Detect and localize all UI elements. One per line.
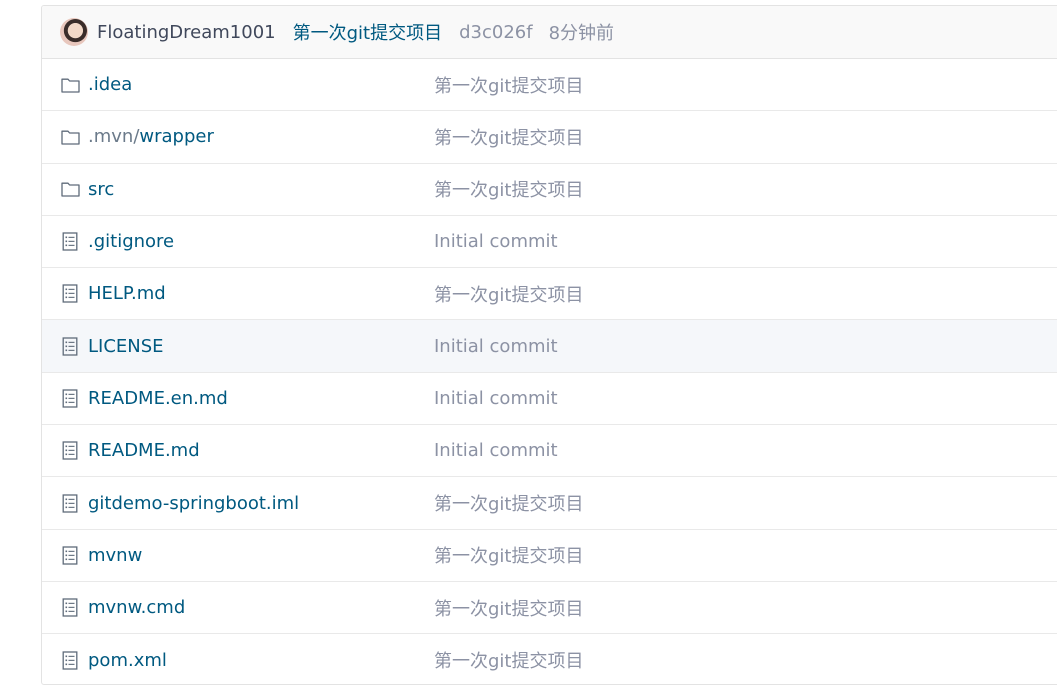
file-commit-message[interactable]: Initial commit: [434, 440, 558, 461]
file-name[interactable]: mvnw: [88, 545, 434, 566]
file-icon: [60, 493, 80, 513]
folder-icon: [60, 127, 80, 147]
file-name[interactable]: pom.xml: [88, 650, 434, 671]
file-icon: [60, 545, 80, 565]
file-icon: [60, 441, 80, 461]
file-row[interactable]: src 第一次git提交项目: [42, 164, 1057, 216]
file-icon: [60, 650, 80, 670]
file-row[interactable]: pom.xml 第一次git提交项目: [42, 634, 1057, 684]
file-name[interactable]: src: [88, 179, 434, 200]
file-icon: [60, 336, 80, 356]
file-commit-message[interactable]: Initial commit: [434, 231, 558, 252]
file-row[interactable]: .idea 第一次git提交项目: [42, 59, 1057, 112]
file-name[interactable]: HELP.md: [88, 283, 434, 304]
file-commit-message[interactable]: Initial commit: [434, 388, 558, 409]
file-commit-message[interactable]: 第一次git提交项目: [434, 72, 583, 98]
file-row[interactable]: gitdemo-springboot.iml 第一次git提交项目: [42, 477, 1057, 530]
file-row[interactable]: README.md Initial commit: [42, 425, 1057, 478]
commit-author[interactable]: FloatingDream1001: [97, 22, 276, 43]
file-name[interactable]: .mvn/wrapper: [88, 126, 434, 147]
file-commit-message[interactable]: 第一次git提交项目: [434, 176, 583, 202]
commit-hash[interactable]: d3c026f: [459, 22, 532, 43]
file-commit-message[interactable]: 第一次git提交项目: [434, 595, 583, 621]
file-commit-message[interactable]: 第一次git提交项目: [434, 490, 583, 516]
file-name[interactable]: .idea: [88, 74, 434, 95]
file-name[interactable]: mvnw.cmd: [88, 597, 434, 618]
file-commit-message[interactable]: 第一次git提交项目: [434, 647, 583, 673]
folder-icon: [60, 179, 80, 199]
file-icon: [60, 232, 80, 252]
file-row[interactable]: LICENSE Initial commit: [42, 320, 1057, 373]
file-name[interactable]: .gitignore: [88, 231, 434, 252]
file-commit-message[interactable]: Initial commit: [434, 336, 558, 357]
file-row[interactable]: .gitignore Initial commit: [42, 216, 1057, 269]
file-icon: [60, 598, 80, 618]
folder-icon: [60, 75, 80, 95]
file-commit-message[interactable]: 第一次git提交项目: [434, 281, 583, 307]
author-avatar[interactable]: [60, 18, 88, 46]
file-commit-message[interactable]: 第一次git提交项目: [434, 542, 583, 568]
file-name[interactable]: gitdemo-springboot.iml: [88, 493, 434, 514]
file-row[interactable]: mvnw 第一次git提交项目: [42, 530, 1057, 582]
file-name[interactable]: README.md: [88, 440, 434, 461]
latest-commit-header: FloatingDream1001 第一次git提交项目 d3c026f 8分钟…: [42, 6, 1057, 59]
file-name[interactable]: README.en.md: [88, 388, 434, 409]
file-row[interactable]: HELP.md 第一次git提交项目: [42, 268, 1057, 321]
file-row[interactable]: .mvn/wrapper 第一次git提交项目: [42, 111, 1057, 164]
commit-message-link[interactable]: 第一次git提交项目: [293, 19, 442, 45]
file-commit-message[interactable]: 第一次git提交项目: [434, 124, 583, 150]
file-icon: [60, 284, 80, 304]
file-name[interactable]: LICENSE: [88, 336, 434, 357]
file-row[interactable]: README.en.md Initial commit: [42, 373, 1057, 426]
file-icon: [60, 388, 80, 408]
commit-time: 8分钟前: [548, 23, 615, 44]
file-row[interactable]: mvnw.cmd 第一次git提交项目: [42, 582, 1057, 635]
file-list-panel: FloatingDream1001 第一次git提交项目 d3c026f 8分钟…: [41, 5, 1057, 685]
